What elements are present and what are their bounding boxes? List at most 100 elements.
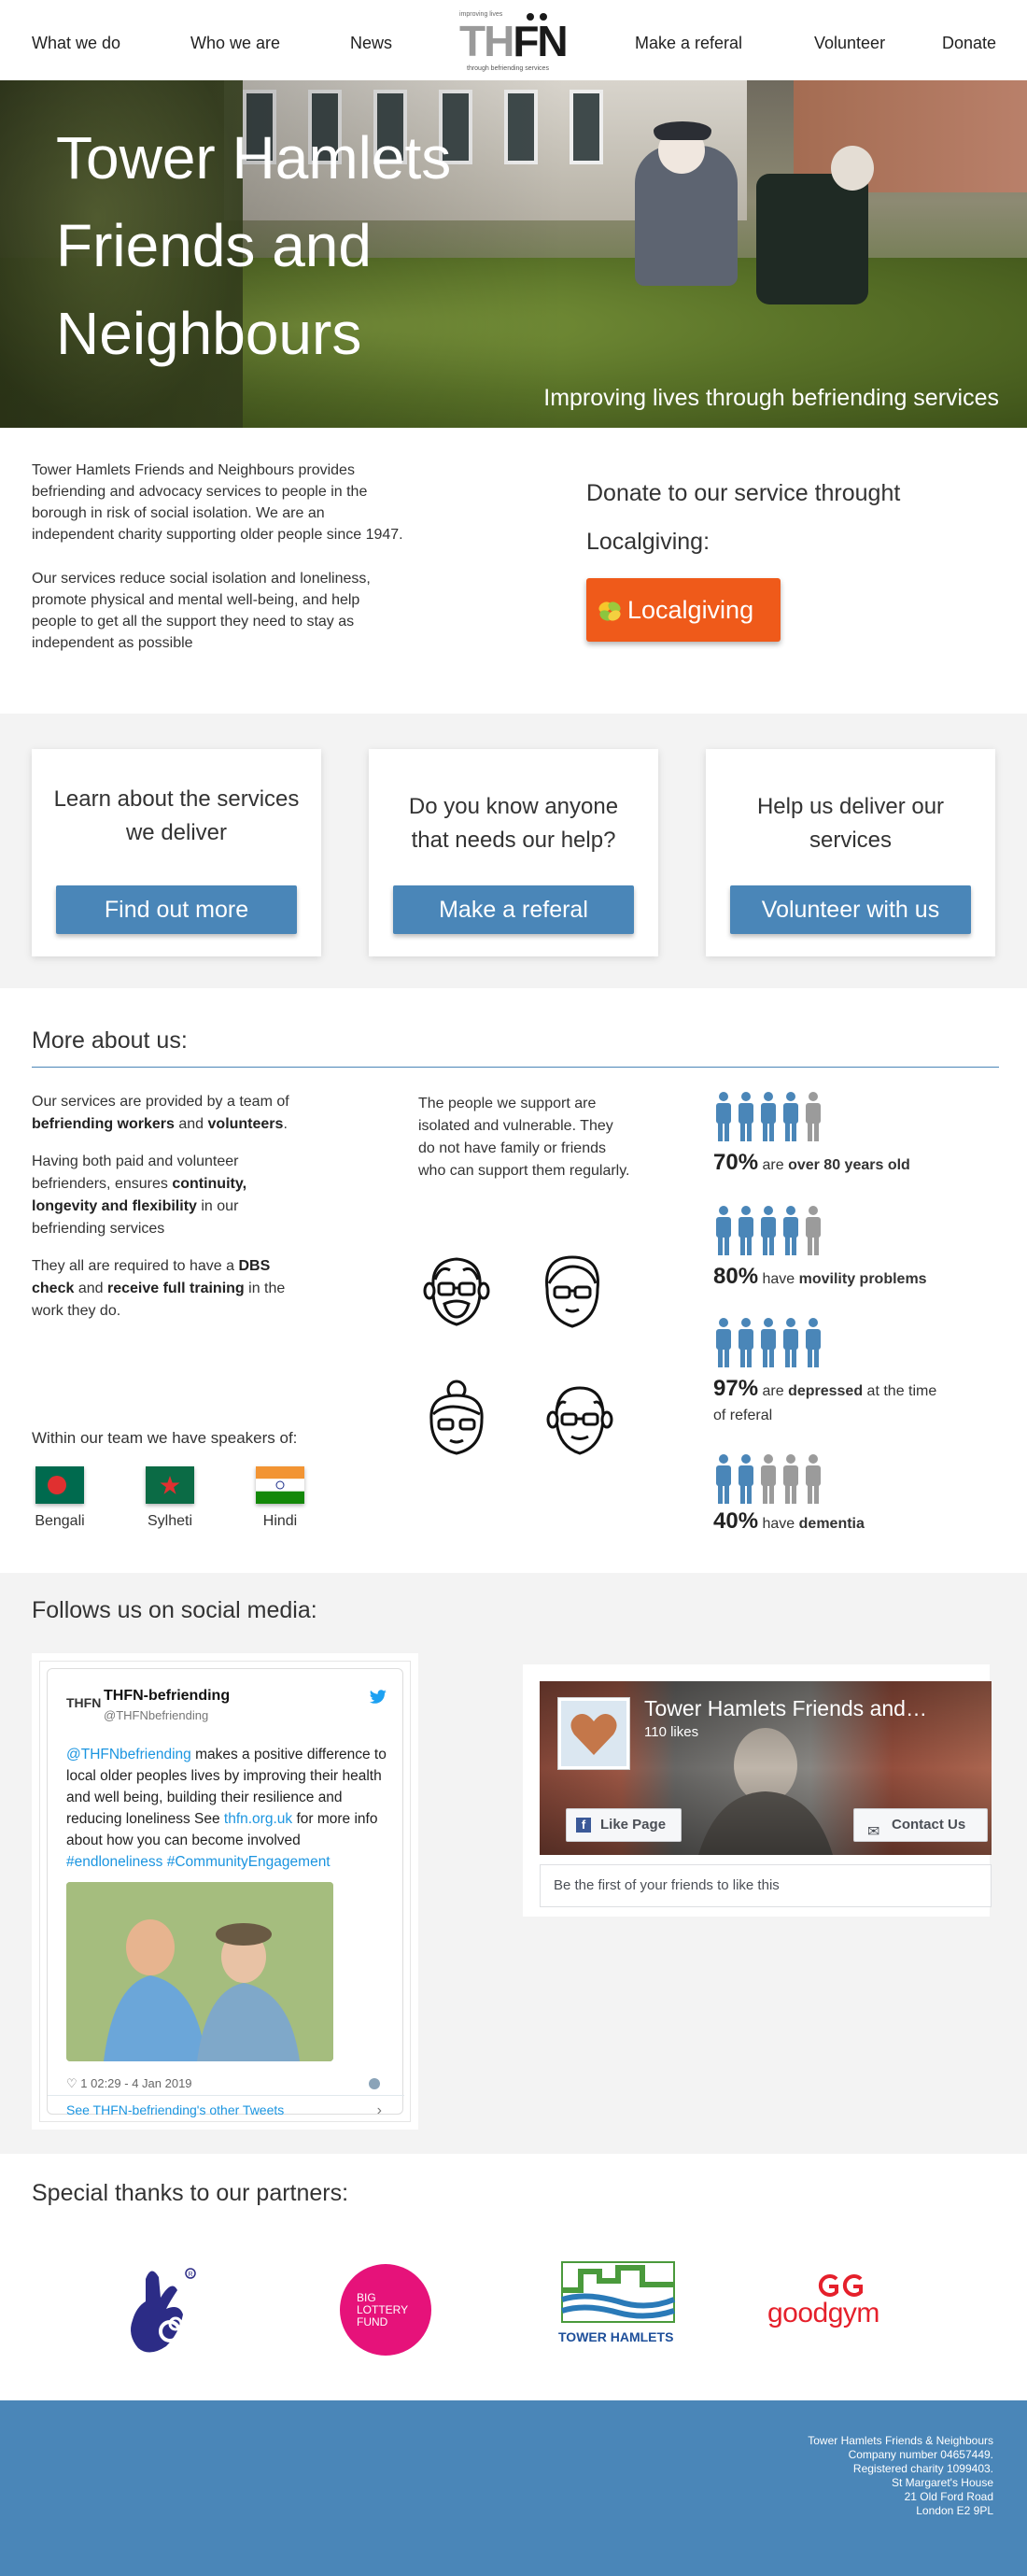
twitter-bird-icon[interactable] xyxy=(369,1690,387,1705)
localgiving-button[interactable]: Localgiving xyxy=(586,578,781,642)
person-icon xyxy=(761,1092,776,1141)
nav-who-we-are[interactable]: Who we are xyxy=(190,34,280,53)
stat-percentage: 70% xyxy=(713,1150,759,1175)
logo-fn: FN xyxy=(513,17,568,65)
tweet-avatar[interactable]: THFN xyxy=(66,1695,101,1718)
language-sylheti: Sylheti xyxy=(147,1513,193,1529)
big-lottery-fund-logo[interactable]: BIG LOTTERY FUND xyxy=(340,2264,431,2356)
social-section: Follows us on social media: THFN THFN-be… xyxy=(0,1573,1027,2154)
person-icon xyxy=(716,1318,731,1367)
elderly-man-glasses-icon xyxy=(423,1257,490,1326)
intro-text: Tower Hamlets Friends and Neighbours pro… xyxy=(32,460,405,676)
person-icon xyxy=(716,1092,731,1141)
tweet-author-handle[interactable]: @THFNbefriending xyxy=(104,1708,208,1722)
footer-address: Tower Hamlets Friends & Neighbours Compa… xyxy=(808,2434,993,2517)
svg-text:R: R xyxy=(189,2272,193,2278)
team-paragraph: Having both paid and volunteer befriende… xyxy=(32,1154,247,1237)
national-lottery-logo[interactable]: R xyxy=(118,2260,211,2363)
stat-age: 70% are over 80 years old xyxy=(713,1091,993,1178)
person-icon xyxy=(716,1454,731,1504)
person-icon xyxy=(806,1092,821,1141)
nav-make-referal[interactable]: Make a referal xyxy=(635,34,742,53)
action-cards: Learn about the services we deliver Find… xyxy=(0,714,1027,988)
language-bengali: Bengali xyxy=(35,1513,85,1529)
stat-percentage: 80% xyxy=(713,1264,759,1289)
tower-hamlets-logo[interactable]: TOWER HAMLETS xyxy=(553,2258,683,2352)
tower-hamlets-label: TOWER HAMLETS xyxy=(558,2329,674,2344)
person-icon xyxy=(761,1454,776,1504)
facebook-cover-photo[interactable]: Tower Hamlets Friends and… 110 likes f Li… xyxy=(540,1681,992,1855)
divider xyxy=(32,1067,999,1068)
volunteer-button[interactable]: Volunteer with us xyxy=(730,885,971,934)
make-referal-button[interactable]: Make a referal xyxy=(393,885,634,934)
person-icon xyxy=(783,1318,798,1367)
stat-percentage: 97% xyxy=(713,1376,759,1401)
person-icon xyxy=(783,1206,798,1255)
people-figures xyxy=(713,1091,993,1141)
tweet-photo[interactable] xyxy=(66,1882,333,2061)
tweet-url-link[interactable]: thfn.org.uk xyxy=(224,1811,292,1827)
facebook-icon: f xyxy=(576,1818,591,1833)
stat-depression: 97% are depressed at the time of referal xyxy=(713,1317,947,1428)
bangladesh-flag-icon xyxy=(35,1466,84,1504)
logo-th: TH xyxy=(459,17,514,65)
goodgym-mark-icon xyxy=(818,2274,863,2297)
card-volunteer: Help us deliver our services Volunteer w… xyxy=(706,749,995,956)
localgiving-label: Localgiving xyxy=(627,596,754,624)
facebook-embed[interactable]: Tower Hamlets Friends and… 110 likes f Li… xyxy=(523,1664,992,1917)
person-icon xyxy=(739,1318,753,1367)
envelope-icon: ✉ xyxy=(867,1824,880,1840)
goodgym-logo[interactable]: goodgym xyxy=(767,2272,917,2337)
card-referal: Do you know anyone that needs our help? … xyxy=(369,749,658,956)
like-page-button[interactable]: f Like Page xyxy=(566,1808,682,1842)
footer: Tower Hamlets Friends & Neighbours Compa… xyxy=(0,2400,1027,2576)
facebook-page-name[interactable]: Tower Hamlets Friends and… xyxy=(644,1696,927,1721)
nav-news[interactable]: News xyxy=(350,34,392,53)
elderly-woman-icon xyxy=(429,1380,484,1455)
logo-dot xyxy=(527,13,534,21)
tweet-meta: ♡ 1 02:29 - 4 Jan 2019 xyxy=(66,2076,192,2090)
tweet-hashtags[interactable]: #endloneliness #CommunityEngagement xyxy=(66,1854,331,1870)
see-other-tweets-link[interactable]: See THFN-befriending's other Tweets xyxy=(66,2102,284,2117)
tweet-text: @THFNbefriending makes a positive differ… xyxy=(66,1747,387,1870)
find-out-more-button[interactable]: Find out more xyxy=(56,885,297,934)
intro-paragraph: Tower Hamlets Friends and Neighbours pro… xyxy=(32,462,403,543)
people-figures xyxy=(713,1317,947,1367)
person-icon xyxy=(783,1454,798,1504)
support-text: The people we support are isolated and v… xyxy=(418,1096,630,1179)
card-services: Learn about the services we deliver Find… xyxy=(32,749,321,956)
person-icon xyxy=(806,1454,821,1504)
facebook-page-logo[interactable] xyxy=(558,1698,629,1769)
person-icon xyxy=(739,1092,753,1141)
people-figures xyxy=(713,1453,993,1504)
top-nav: What we do Who we are News improving liv… xyxy=(0,0,1027,80)
person-icon xyxy=(739,1454,753,1504)
social-title: Follows us on social media: xyxy=(32,1597,317,1623)
hero-title: Tower Hamlets Friends and Neighbours xyxy=(56,124,452,367)
nav-what-we-do[interactable]: What we do xyxy=(32,34,120,53)
card-title: Do you know anyone that needs our help? xyxy=(408,794,619,853)
contact-us-button[interactable]: ✉ Contact Us xyxy=(853,1808,988,1842)
donate-text: Donate to our service throught Localgivi… xyxy=(586,480,901,555)
person-icon xyxy=(806,1318,821,1367)
team-text: Our services are provided by a team of b… xyxy=(32,1091,312,1338)
chevron-right-icon[interactable]: › xyxy=(377,2102,382,2119)
team-paragraph: They all are required to have a DBS chec… xyxy=(32,1258,286,1319)
tweet-author-name[interactable]: THFN-befriending xyxy=(104,1688,230,1705)
tower-hamlets-emblem-icon xyxy=(561,2261,676,2323)
info-icon[interactable] xyxy=(369,2078,380,2089)
tweet-mention-link[interactable]: @THFNbefriending xyxy=(66,1747,191,1762)
person-icon xyxy=(761,1318,776,1367)
localgiving-leaf-icon xyxy=(598,602,621,621)
nav-donate[interactable]: Donate xyxy=(942,34,996,53)
team-paragraph: Our services are provided by a team of b… xyxy=(32,1094,289,1132)
twitter-embed[interactable]: THFN THFN-befriending @THFNbefriending @… xyxy=(32,1653,418,2130)
thfn-logo[interactable]: improving lives THFN through befriending… xyxy=(459,7,570,75)
nav-volunteer[interactable]: Volunteer xyxy=(814,34,885,53)
language-hindi: Hindi xyxy=(262,1513,298,1529)
card-title: Learn about the services we deliver xyxy=(53,786,300,845)
more-about-title: More about us: xyxy=(32,1027,188,1054)
elderly-woman-glasses-icon xyxy=(545,1255,599,1328)
people-figures xyxy=(713,1205,993,1255)
sylheti-flag-icon xyxy=(146,1466,194,1504)
